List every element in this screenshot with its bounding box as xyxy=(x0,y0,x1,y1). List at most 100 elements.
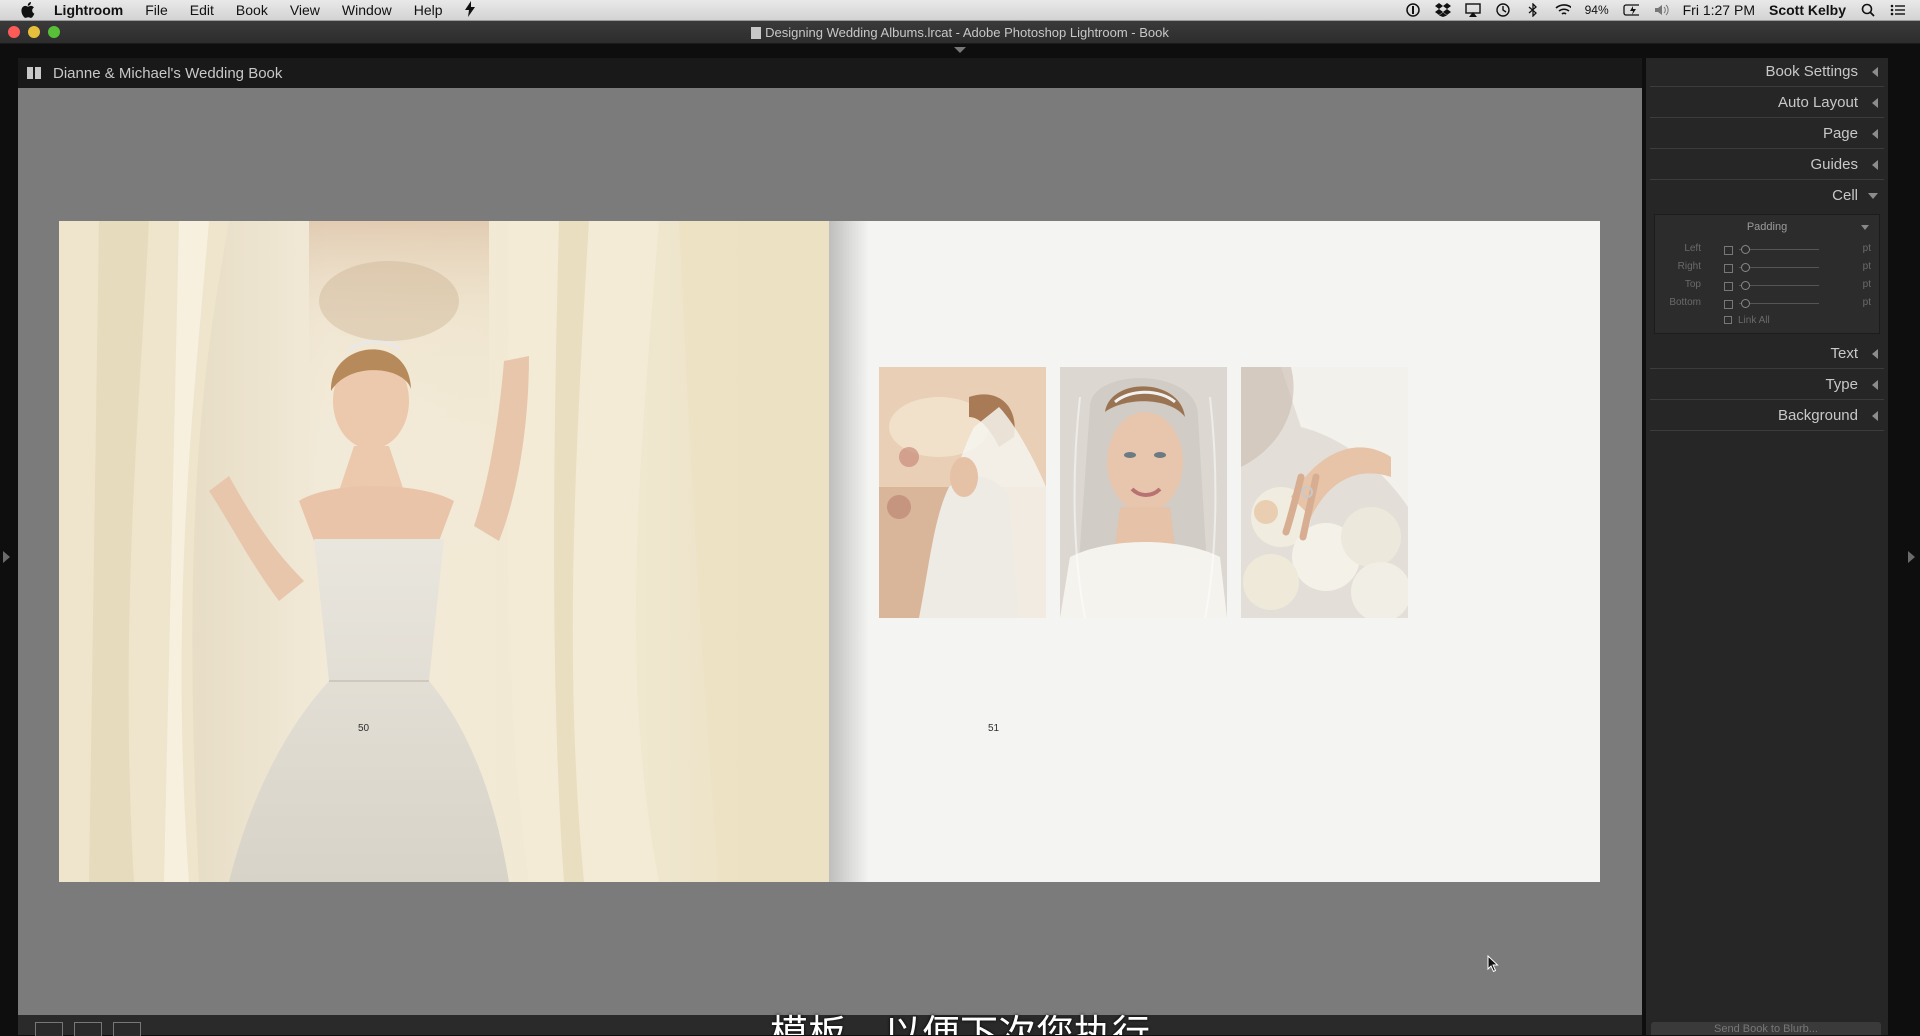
battery-icon[interactable] xyxy=(1622,3,1639,17)
padding-right-slider-knob[interactable] xyxy=(1741,263,1750,272)
padding-bottom-label: Bottom xyxy=(1669,297,1701,308)
collapse-triangle-icon xyxy=(1872,67,1878,77)
padding-left-checkbox[interactable] xyxy=(1724,246,1733,255)
right-panel: Book Settings Auto Layout Page Guides Ce… xyxy=(1646,58,1888,1035)
link-all-box[interactable] xyxy=(1724,316,1732,324)
padding-top-label: Top xyxy=(1684,279,1701,290)
time-machine-icon[interactable] xyxy=(1495,3,1511,17)
photo-cell-3[interactable] xyxy=(1241,367,1408,618)
expand-triangle-icon xyxy=(1868,193,1878,199)
battery-percent: 94% xyxy=(1584,3,1609,17)
bouquet-ring-photo[interactable] xyxy=(1241,367,1408,618)
collapse-triangle-icon xyxy=(1872,129,1878,139)
background-label: Background xyxy=(1777,407,1858,424)
window-title-bar: Designing Wedding Albums.lrcat - Adobe P… xyxy=(0,21,1920,44)
book-header: Dianne & Michael's Wedding Book xyxy=(18,58,1642,88)
bride-curtain-photo[interactable] xyxy=(59,221,829,882)
wifi-icon[interactable] xyxy=(1555,3,1571,17)
page-label: Page xyxy=(1822,125,1858,142)
user-name[interactable]: Scott Kelby xyxy=(1769,2,1846,18)
apple-icon[interactable] xyxy=(18,0,38,20)
bluetooth-icon[interactable] xyxy=(1525,3,1541,17)
menu-file[interactable]: File xyxy=(145,2,168,18)
left-panel-toggle-icon[interactable] xyxy=(3,551,10,563)
menu-edit[interactable]: Edit xyxy=(190,2,214,18)
padding-top-slider-knob[interactable] xyxy=(1741,281,1750,290)
padding-dropdown-icon[interactable] xyxy=(1861,225,1869,230)
background-section[interactable]: Background xyxy=(1650,402,1884,431)
spotlight-search-icon[interactable] xyxy=(1860,3,1876,17)
single-page-view-icon[interactable] xyxy=(113,1022,141,1036)
collapse-triangle-icon xyxy=(1872,411,1878,421)
menu-book[interactable]: Book xyxy=(236,2,268,18)
menu-window[interactable]: Window xyxy=(342,2,392,18)
padding-right-row: Right pt xyxy=(1655,261,1879,275)
multi-page-view-icon[interactable] xyxy=(35,1022,63,1036)
collapse-triangle-icon xyxy=(1872,380,1878,390)
bride-portrait-veil-photo[interactable] xyxy=(1060,367,1227,618)
auto-layout-section[interactable]: Auto Layout xyxy=(1650,89,1884,118)
bolt-icon[interactable] xyxy=(464,0,475,20)
padding-left-unit: pt xyxy=(1862,243,1871,254)
link-all-label: Link All xyxy=(1738,315,1770,326)
collapse-triangle-icon xyxy=(1872,349,1878,359)
right-panel-toggle-icon[interactable] xyxy=(1908,551,1915,563)
photo-cell-1[interactable] xyxy=(879,367,1046,618)
padding-right-checkbox[interactable] xyxy=(1724,264,1733,273)
padding-bottom-unit: pt xyxy=(1862,297,1871,308)
cell-label: Cell xyxy=(1832,187,1858,204)
guides-section[interactable]: Guides xyxy=(1650,151,1884,180)
type-label: Type xyxy=(1825,376,1858,393)
padding-bottom-slider[interactable] xyxy=(1739,303,1819,304)
top-panel-toggle-icon[interactable] xyxy=(954,47,966,53)
guides-label: Guides xyxy=(1810,156,1858,173)
padding-top-checkbox[interactable] xyxy=(1724,282,1733,291)
collapse-triangle-icon xyxy=(1872,98,1878,108)
menu-help[interactable]: Help xyxy=(414,2,443,18)
padding-bottom-checkbox[interactable] xyxy=(1724,300,1733,309)
padding-right-unit: pt xyxy=(1862,261,1871,272)
padding-bottom-row: Bottom pt xyxy=(1655,297,1879,311)
type-section[interactable]: Type xyxy=(1650,371,1884,400)
book-title[interactable]: Dianne & Michael's Wedding Book xyxy=(53,65,282,82)
auto-layout-label: Auto Layout xyxy=(1777,94,1858,111)
photo-cell-2[interactable] xyxy=(1060,367,1227,618)
right-page-number: 51 xyxy=(988,723,1000,734)
book-spread xyxy=(59,221,1600,882)
spread-view-icon[interactable] xyxy=(74,1022,102,1036)
menu-lightroom[interactable]: Lightroom xyxy=(54,2,123,18)
text-label: Text xyxy=(1830,345,1858,362)
cell-section[interactable]: Cell xyxy=(1650,182,1884,210)
padding-left-slider-knob[interactable] xyxy=(1741,245,1750,254)
padding-left-label: Left xyxy=(1684,243,1701,254)
volume-icon[interactable] xyxy=(1653,3,1669,17)
collapse-triangle-icon xyxy=(1872,160,1878,170)
dropbox-icon[interactable] xyxy=(1434,3,1451,17)
mouse-cursor-icon xyxy=(1487,954,1499,978)
padding-top-row: Top pt xyxy=(1655,279,1879,293)
padding-left-slider[interactable] xyxy=(1739,249,1819,250)
clock[interactable]: Fri 1:27 PM xyxy=(1683,2,1755,18)
menu-bar: Lightroom File Edit Book View Window Hel… xyxy=(0,0,1920,21)
bride-back-veil-photo[interactable] xyxy=(879,367,1046,618)
page-section[interactable]: Page xyxy=(1650,120,1884,149)
padding-label: Padding xyxy=(1746,221,1788,233)
book-settings-section[interactable]: Book Settings xyxy=(1650,58,1884,87)
cell-padding-box: Padding Left pt Right pt Top pt Bottom p… xyxy=(1654,214,1880,334)
book-workspace: Dianne & Michael's Wedding Book 50 51 xyxy=(18,58,1642,1015)
link-all-checkbox[interactable]: Link All xyxy=(1724,315,1770,326)
text-section[interactable]: Text xyxy=(1650,340,1884,369)
padding-bottom-slider-knob[interactable] xyxy=(1741,299,1750,308)
left-page[interactable] xyxy=(59,221,829,882)
notification-center-icon[interactable] xyxy=(1890,3,1906,17)
padding-right-label: Right xyxy=(1677,261,1701,272)
padding-top-slider[interactable] xyxy=(1739,285,1819,286)
right-page[interactable] xyxy=(829,221,1600,882)
left-page-number: 50 xyxy=(358,723,370,734)
airplay-icon[interactable] xyxy=(1464,3,1481,17)
book-icon xyxy=(27,67,41,79)
send-book-button[interactable]: Send Book to Blurb... xyxy=(1651,1022,1881,1035)
menu-view[interactable]: View xyxy=(290,2,320,18)
padding-right-slider[interactable] xyxy=(1739,267,1819,268)
onepassword-icon[interactable] xyxy=(1405,3,1421,17)
